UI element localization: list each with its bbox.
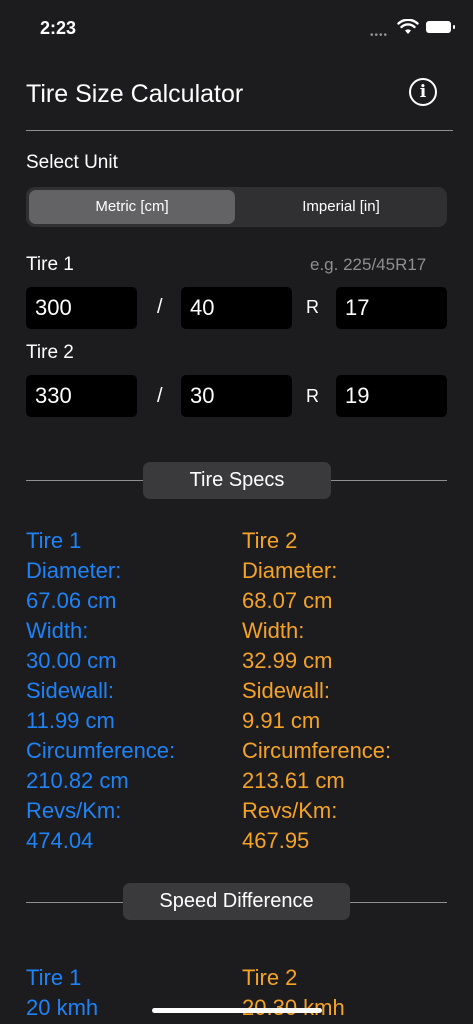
r-separator: R xyxy=(306,386,319,406)
tire2-circumference-label: Circumference: xyxy=(242,738,392,763)
tire2-sidewall-value: 9.91 cm xyxy=(242,708,321,733)
specs-divider-left xyxy=(26,480,143,481)
tire2-speed: Tire 2 20.30 kmh xyxy=(242,963,345,1023)
specs-divider-right xyxy=(331,480,447,481)
tire2-circumference-value: 213.61 cm xyxy=(242,768,345,793)
tire-specs-header: Tire Specs xyxy=(143,462,331,499)
tire1-specs: Tire 1 Diameter: 67.06 cm Width: 30.00 c… xyxy=(26,526,175,856)
segment-metric[interactable]: Metric [cm] xyxy=(29,190,235,224)
r-separator: R xyxy=(306,297,319,317)
tire2-specs-label: Tire 2 xyxy=(242,528,298,553)
tire2-width-input[interactable]: 330 xyxy=(26,375,137,417)
tire1-circumference-value: 210.82 cm xyxy=(26,768,129,793)
tire2-diameter-value: 68.07 cm xyxy=(242,588,333,613)
status-bar: 2:23 •••• xyxy=(0,0,473,56)
tire1-circumference-label: Circumference: xyxy=(26,738,176,763)
tire1-sidewall-label: Sidewall: xyxy=(26,678,115,703)
tire1-sidewall-value: 11.99 cm xyxy=(26,708,115,733)
tire2-rim-input[interactable]: 19 xyxy=(336,375,447,417)
segment-imperial[interactable]: Imperial [in] xyxy=(238,190,444,224)
tire1-input-label: Tire 1 xyxy=(26,254,74,275)
tire1-speed-value: 20 kmh xyxy=(26,995,99,1020)
speed-divider-right xyxy=(350,902,447,903)
tire1-width-input[interactable]: 300 xyxy=(26,287,137,329)
signal-icon: •••• xyxy=(370,30,389,41)
home-indicator[interactable] xyxy=(152,1008,322,1013)
select-unit-label: Select Unit xyxy=(26,152,118,173)
tire2-speed-label: Tire 2 xyxy=(242,965,298,990)
format-hint: e.g. 225/45R17 xyxy=(310,255,427,274)
tire1-revs-label: Revs/Km: xyxy=(26,798,122,823)
tire1-revs-value: 474.04 xyxy=(26,828,94,853)
tire2-revs-label: Revs/Km: xyxy=(242,798,338,823)
tire2-width-label: Width: xyxy=(242,618,305,643)
tire1-diameter-label: Diameter: xyxy=(26,558,122,583)
slash-separator: / xyxy=(157,296,163,318)
tire1-width-label: Width: xyxy=(26,618,89,643)
tire1-diameter-value: 67.06 cm xyxy=(26,588,117,613)
tire2-diameter-label: Diameter: xyxy=(242,558,338,583)
tire2-sidewall-label: Sidewall: xyxy=(242,678,331,703)
slash-separator: / xyxy=(157,385,163,407)
info-icon[interactable]: i xyxy=(409,78,437,106)
tire1-ratio-input[interactable]: 40 xyxy=(181,287,292,329)
tire1-speed-label: Tire 1 xyxy=(26,965,82,990)
tire1-speed: Tire 1 20 kmh xyxy=(26,963,98,1023)
status-time: 2:23 xyxy=(40,18,77,38)
tire2-input-label: Tire 2 xyxy=(26,342,74,363)
battery-icon xyxy=(426,21,455,33)
tire2-specs: Tire 2 Diameter: 68.07 cm Width: 32.99 c… xyxy=(242,526,391,856)
speed-difference-header: Speed Difference xyxy=(123,883,350,920)
tire1-specs-label: Tire 1 xyxy=(26,528,82,553)
speed-divider-left xyxy=(26,902,123,903)
wifi-icon xyxy=(397,19,419,34)
tire1-width-value: 30.00 cm xyxy=(26,648,117,673)
header-divider xyxy=(26,130,453,131)
tire2-revs-value: 467.95 xyxy=(242,828,310,853)
tire2-width-value: 32.99 cm xyxy=(242,648,333,673)
page-title: Tire Size Calculator xyxy=(26,80,244,108)
unit-segmented-control: Metric [cm] Imperial [in] xyxy=(26,187,447,227)
tire2-ratio-input[interactable]: 30 xyxy=(181,375,292,417)
tire1-rim-input[interactable]: 17 xyxy=(336,287,447,329)
